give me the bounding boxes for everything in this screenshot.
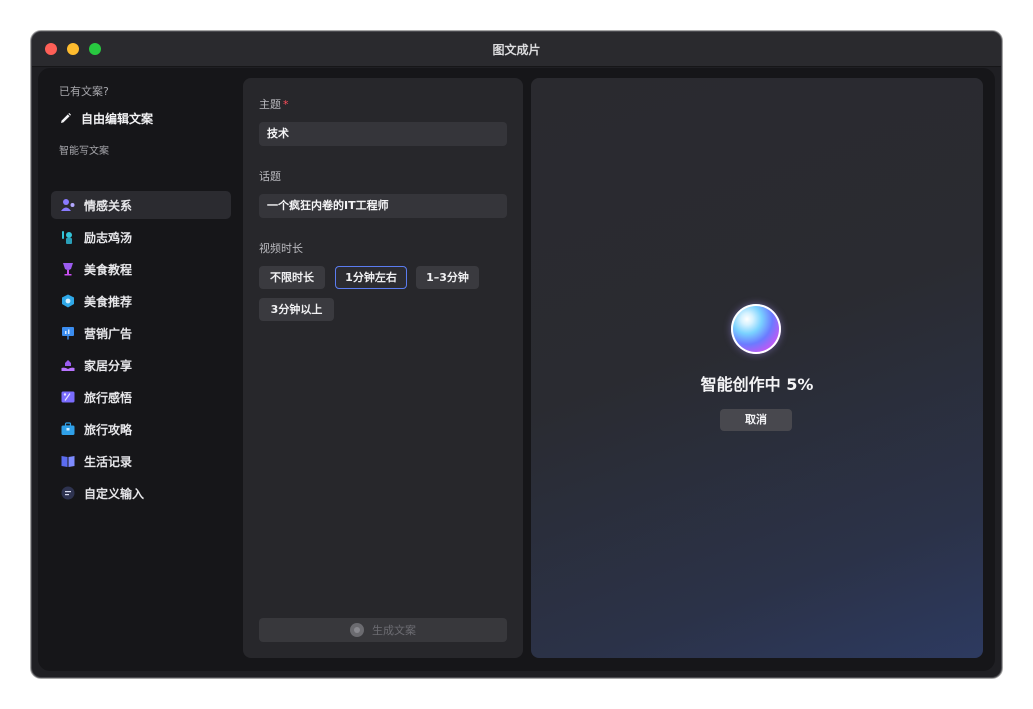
generate-copy-label: 生成文案 (372, 624, 416, 637)
ticket-icon (61, 391, 75, 403)
sidebar-item-label: 生活记录 (84, 454, 133, 469)
sidebar-item-label: 美食教程 (84, 262, 133, 277)
sidebar-item-travel-guide[interactable]: 旅行攻略 (51, 415, 231, 443)
wine-glass-icon (63, 263, 73, 276)
sidebar-item-label: 美食推荐 (84, 294, 133, 309)
smart-copy-label: 智能写文案 (59, 146, 109, 157)
window-title: 图文成片 (492, 43, 541, 57)
sidebar-item-label: 励志鸡汤 (84, 230, 133, 245)
category-menu: 情感关系 励志鸡汤 美食教程 美食推荐 营销广告 家居分享 旅行感悟 旅行攻略 … (51, 191, 231, 511)
pencil-icon (61, 113, 71, 123)
hand-home-icon (61, 360, 75, 371)
sidebar-item-label: 旅行攻略 (84, 422, 133, 437)
topic-label: 主题 * (259, 96, 289, 112)
sidebar-item-marketing[interactable]: 营销广告 (51, 319, 231, 347)
progress-status: 智能创作中 5% (700, 375, 814, 394)
topic-label-text: 主题 (259, 98, 281, 111)
subject-input[interactable]: 一个疯狂内卷的IT工程师 (259, 194, 507, 218)
free-edit-label: 自由编辑文案 (81, 112, 154, 126)
sidebar-item-label: 营销广告 (84, 326, 133, 341)
preview-panel: 智能创作中 5% 取消 (531, 78, 983, 658)
generate-icon (350, 623, 364, 637)
sidebar-item-label: 情感关系 (84, 198, 133, 213)
topic-input[interactable]: 技术 (259, 122, 507, 146)
subject-label: 话题 (259, 170, 281, 183)
note-icon (61, 486, 75, 500)
duration-chip-1-3min[interactable]: 1–3分钟 (416, 266, 479, 289)
cancel-button[interactable]: 取消 (720, 409, 792, 431)
cheer-person-icon (62, 231, 72, 244)
generate-copy-button[interactable]: 生成文案 (259, 618, 507, 642)
sidebar-item-label: 旅行感悟 (84, 390, 133, 405)
duration-chip-about-1min[interactable]: 1分钟左右 (335, 266, 407, 289)
suitcase-icon (61, 422, 75, 435)
ai-orb-icon (731, 304, 781, 354)
title-bar: 图文成片 (32, 32, 1001, 67)
duration-label: 视频时长 (259, 242, 303, 255)
sidebar-item-label: 家居分享 (84, 358, 133, 373)
sidebar-item-label: 自定义输入 (84, 486, 145, 501)
required-mark: * (283, 98, 289, 111)
duration-chip-unlimited[interactable]: 不限时长 (259, 266, 325, 289)
sidebar-item-emotion[interactable]: 情感关系 (51, 191, 231, 219)
app-window: 图文成片 已有文案? 自由编辑文案 智能写文案 情感关系 励志鸡汤 美食教程 美… (31, 31, 1002, 678)
sidebar-item-custom[interactable]: 自定义输入 (51, 479, 231, 507)
sidebar-item-food-tutorial[interactable]: 美食教程 (51, 255, 231, 283)
sidebar-item-travel-thoughts[interactable]: 旅行感悟 (51, 383, 231, 411)
sidebar-item-home[interactable]: 家居分享 (51, 351, 231, 379)
sidebar-item-life-record[interactable]: 生活记录 (51, 447, 231, 475)
form-panel: 主题 * 技术 话题 一个疯狂内卷的IT工程师 视频时长 不限时长 1分钟左右 1… (243, 78, 523, 658)
sidebar-item-food-recommend[interactable]: 美食推荐 (51, 287, 231, 315)
presentation-board-icon (62, 327, 74, 340)
food-badge-icon (62, 294, 74, 308)
existing-copy-label: 已有文案? (59, 85, 109, 98)
main-content: 已有文案? 自由编辑文案 智能写文案 情感关系 励志鸡汤 美食教程 美食推荐 营… (38, 68, 995, 671)
duration-chip-over-3min[interactable]: 3分钟以上 (259, 298, 334, 321)
free-edit-button[interactable]: 自由编辑文案 (59, 110, 153, 127)
sidebar: 已有文案? 自由编辑文案 智能写文案 情感关系 励志鸡汤 美食教程 美食推荐 营… (38, 68, 238, 671)
sidebar-item-motivation[interactable]: 励志鸡汤 (51, 223, 231, 251)
person-heart-icon (61, 199, 75, 211)
book-icon (61, 456, 75, 467)
